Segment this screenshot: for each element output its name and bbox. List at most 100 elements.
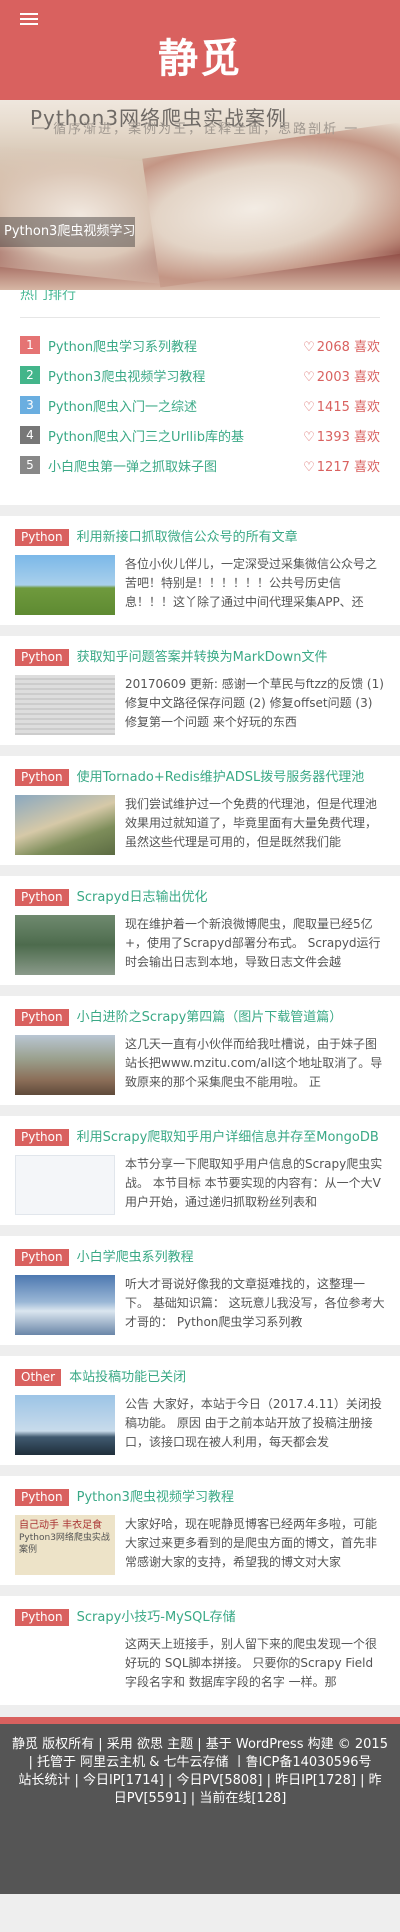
category-badge[interactable]: Python xyxy=(15,529,69,546)
heart-icon: ♡ xyxy=(303,429,315,445)
post-body: 各位小伙儿伴儿，一定深受过采集微信公众号之苦吧！特别是！！！！！！公共号历史信息… xyxy=(15,555,385,615)
post-card: Other 本站投稿功能已关闭公告 大家好，本站于今日（2017.4.11）关闭投… xyxy=(0,1356,400,1465)
likes-text: 2003 喜欢 xyxy=(316,369,380,385)
heart-icon: ♡ xyxy=(303,459,315,475)
ranking-item: 1 Python爬虫学习系列教程 ♡ 2068 喜欢 xyxy=(20,330,380,360)
post-excerpt: 现在维护着一个新浪微博爬虫，爬取量已经5亿+，使用了Scrapyd部署分布式。 … xyxy=(125,917,381,969)
likes-count[interactable]: ♡ 1415 喜欢 xyxy=(303,396,380,415)
heart-icon: ♡ xyxy=(303,399,315,415)
post-body: 20170609 更新: 感谢一个草民与ftzz的反馈 (1) 修复中文路径保存… xyxy=(15,675,385,735)
post-excerpt: 听大才哥说好像我的文章挺难找的，这整理一下。 基础知识篇： 这玩意儿我没写，各位… xyxy=(125,1277,385,1329)
category-badge[interactable]: Python xyxy=(15,1009,69,1026)
post-thumbnail[interactable] xyxy=(15,1035,115,1095)
ranking-list: 1 Python爬虫学习系列教程 ♡ 2068 喜欢 2 Python3爬虫视频学习教程 ♡… xyxy=(20,330,380,480)
ranking-item: 5 小白爬虫第一弹之抓取妹子图 ♡ 1217 喜欢 xyxy=(20,450,380,480)
post-excerpt: 这几天一直有小伙伴而给我吐槽说，由于妹子图站长把www.mzitu.com/al… xyxy=(125,1037,383,1089)
likes-count[interactable]: ♡ 2003 喜欢 xyxy=(303,366,380,385)
category-badge[interactable]: Python xyxy=(15,889,69,906)
likes-count[interactable]: ♡ 1217 喜欢 xyxy=(303,456,380,475)
category-badge[interactable]: Python xyxy=(15,1129,69,1146)
post-header: Python 使用Tornado+Redis维护ADSL拨号服务器代理池 xyxy=(15,768,385,787)
likes-text: 2068 喜欢 xyxy=(316,339,380,355)
rank-link[interactable]: Python3爬虫视频学习教程 xyxy=(48,366,297,385)
post-title[interactable]: 利用新接口抓取微信公众号的所有文章 xyxy=(77,528,298,547)
post-excerpt: 公告 大家好，本站于今日（2017.4.11）关闭投稿功能。 原因 由于之前本站… xyxy=(125,1397,382,1449)
banner-slider[interactable]: Python3网络爬虫实战案例 一 循序渐进，案例为王，诠释全面，思路剖析 一 … xyxy=(0,100,400,290)
post-title[interactable]: 利用Scrapy爬取知乎用户详细信息并存至MongoDB xyxy=(77,1128,379,1147)
post-card: Python 小白进阶之Scrapy第四篇（图片下载管道篇） 这几天一直有小伙伴而给… xyxy=(0,996,400,1105)
post-card: Python Python3爬虫视频学习教程自己动手 丰衣足食 Python3网络爬… xyxy=(0,1476,400,1585)
menu-icon[interactable] xyxy=(20,13,38,27)
post-thumbnail[interactable] xyxy=(15,1635,115,1695)
post-body: 自己动手 丰衣足食 Python3网络爬虫实战案例 大家好哈，现在呢静觅博客已经两年… xyxy=(15,1515,385,1575)
footer-divider xyxy=(0,1717,400,1724)
banner-caption[interactable]: Python3爬虫视频学习教程 xyxy=(0,217,135,247)
category-badge[interactable]: Python xyxy=(15,1489,69,1506)
post-title[interactable]: 小白进阶之Scrapy第四篇（图片下载管道篇） xyxy=(77,1008,343,1027)
rank-link[interactable]: Python爬虫学习系列教程 xyxy=(48,336,297,355)
rank-number: 1 xyxy=(20,336,40,354)
post-header: Other 本站投稿功能已关闭 xyxy=(15,1368,385,1387)
post-excerpt: 各位小伙儿伴儿，一定深受过采集微信公众号之苦吧！特别是！！！！！！公共号历史信息… xyxy=(125,557,378,609)
post-title[interactable]: Scrapy小技巧-MySQL存储 xyxy=(77,1608,236,1627)
popular-ranking: 热门排行 1 Python爬虫学习系列教程 ♡ 2068 喜欢 2 Python3爬虫视频… xyxy=(0,290,400,505)
post-thumbnail[interactable] xyxy=(15,1275,115,1335)
post-body: 这几天一直有小伙伴而给我吐槽说，由于妹子图站长把www.mzitu.com/al… xyxy=(15,1035,385,1095)
post-title[interactable]: 小白学爬虫系列教程 xyxy=(77,1248,194,1267)
post-header: Python 获取知乎问题答案并转换为MarkDown文件 xyxy=(15,648,385,667)
rank-link[interactable]: 小白爬虫第一弹之抓取妹子图 xyxy=(48,456,297,475)
post-title[interactable]: Scrapyd日志输出优化 xyxy=(77,888,208,907)
post-header: Python 利用新接口抓取微信公众号的所有文章 xyxy=(15,528,385,547)
post-thumbnail[interactable] xyxy=(15,1155,115,1215)
post-thumbnail[interactable] xyxy=(15,795,115,855)
site-title[interactable]: 静觅 xyxy=(0,26,400,84)
post-thumbnail[interactable] xyxy=(15,675,115,735)
heart-icon: ♡ xyxy=(303,339,315,355)
post-body: 公告 大家好，本站于今日（2017.4.11）关闭投稿功能。 原因 由于之前本站… xyxy=(15,1395,385,1455)
post-list: Python 利用新接口抓取微信公众号的所有文章各位小伙儿伴儿，一定深受过采集微信… xyxy=(0,516,400,1705)
post-header: Python Scrapy小技巧-MySQL存储 xyxy=(15,1608,385,1627)
post-card: Python Scrapyd日志输出优化现在维护着一个新浪微博爬虫，爬取量已经5亿… xyxy=(0,876,400,985)
category-badge[interactable]: Python xyxy=(15,769,69,786)
post-body: 这两天上班接手，别人留下来的爬虫发现一个很好玩的 SQL脚本拼接。 只要你的Sc… xyxy=(15,1635,385,1695)
post-thumbnail[interactable] xyxy=(15,915,115,975)
rank-link[interactable]: Python爬虫入门三之Urllib库的基 xyxy=(48,426,297,445)
site-footer: 静觅 版权所有 | 采用 欲思 主题 | 基于 WordPress 构建 © 2… xyxy=(0,1724,400,1894)
post-header: Python Scrapyd日志输出优化 xyxy=(15,888,385,907)
post-excerpt: 我们尝试维护过一个免费的代理池，但是代理池效果用过就知道了，毕竟里面有大量免费代… xyxy=(125,797,378,849)
ranking-item: 4 Python爬虫入门三之Urllib库的基 ♡ 1393 喜欢 xyxy=(20,420,380,450)
ranking-item: 3 Python爬虫入门一之综述 ♡ 1415 喜欢 xyxy=(20,390,380,420)
category-badge[interactable]: Python xyxy=(15,1249,69,1266)
post-thumbnail[interactable] xyxy=(15,555,115,615)
post-thumbnail[interactable] xyxy=(15,1395,115,1455)
post-thumbnail[interactable]: 自己动手 丰衣足食 Python3网络爬虫实战案例 xyxy=(15,1515,115,1575)
post-body: 现在维护着一个新浪微博爬虫，爬取量已经5亿+，使用了Scrapyd部署分布式。 … xyxy=(15,915,385,975)
post-card: Python 获取知乎问题答案并转换为MarkDown文件 20170609 更新:… xyxy=(0,636,400,745)
likes-text: 1217 喜欢 xyxy=(316,459,380,475)
post-excerpt: 这两天上班接手，别人留下来的爬虫发现一个很好玩的 SQL脚本拼接。 只要你的Sc… xyxy=(125,1637,378,1689)
post-body: 本节分享一下爬取知乎用户信息的Scrapy爬虫实战。 本节目标 本节要实现的内容… xyxy=(15,1155,385,1215)
category-badge[interactable]: Other xyxy=(15,1369,62,1386)
post-excerpt: 本节分享一下爬取知乎用户信息的Scrapy爬虫实战。 本节目标 本节要实现的内容… xyxy=(125,1157,383,1209)
site-header: 静觅 xyxy=(0,0,400,100)
category-badge[interactable]: Python xyxy=(15,649,69,666)
post-title[interactable]: 本站投稿功能已关闭 xyxy=(69,1368,186,1387)
post-card: Python 小白学爬虫系列教程听大才哥说好像我的文章挺难找的，这整理一下。 基础… xyxy=(0,1236,400,1345)
post-title[interactable]: 获取知乎问题答案并转换为MarkDown文件 xyxy=(77,648,328,667)
post-title[interactable]: 使用Tornado+Redis维护ADSL拨号服务器代理池 xyxy=(77,768,365,787)
post-excerpt: 大家好哈，现在呢静觅博客已经两年多啦，可能大家过来更多看到的是爬虫方面的博文，首… xyxy=(125,1517,378,1569)
likes-count[interactable]: ♡ 1393 喜欢 xyxy=(303,426,380,445)
rank-link[interactable]: Python爬虫入门一之综述 xyxy=(48,396,297,415)
likes-text: 1393 喜欢 xyxy=(316,429,380,445)
post-body: 听大才哥说好像我的文章挺难找的，这整理一下。 基础知识篇： 这玩意儿我没写，各位… xyxy=(15,1275,385,1335)
post-header: Python 利用Scrapy爬取知乎用户详细信息并存至MongoDB xyxy=(15,1128,385,1147)
post-body: 我们尝试维护过一个免费的代理池，但是代理池效果用过就知道了，毕竟里面有大量免费代… xyxy=(15,795,385,855)
post-title[interactable]: Python3爬虫视频学习教程 xyxy=(77,1488,234,1507)
banner-image-sheet xyxy=(142,122,400,288)
post-card: Python Scrapy小技巧-MySQL存储这两天上班接手，别人留下来的爬虫发… xyxy=(0,1596,400,1705)
rank-number: 3 xyxy=(20,396,40,414)
likes-count[interactable]: ♡ 2068 喜欢 xyxy=(303,336,380,355)
post-card: Python 利用新接口抓取微信公众号的所有文章各位小伙儿伴儿，一定深受过采集微信… xyxy=(0,516,400,625)
post-card: Python 利用Scrapy爬取知乎用户详细信息并存至MongoDB 本节分享一下… xyxy=(0,1116,400,1225)
category-badge[interactable]: Python xyxy=(15,1609,69,1626)
